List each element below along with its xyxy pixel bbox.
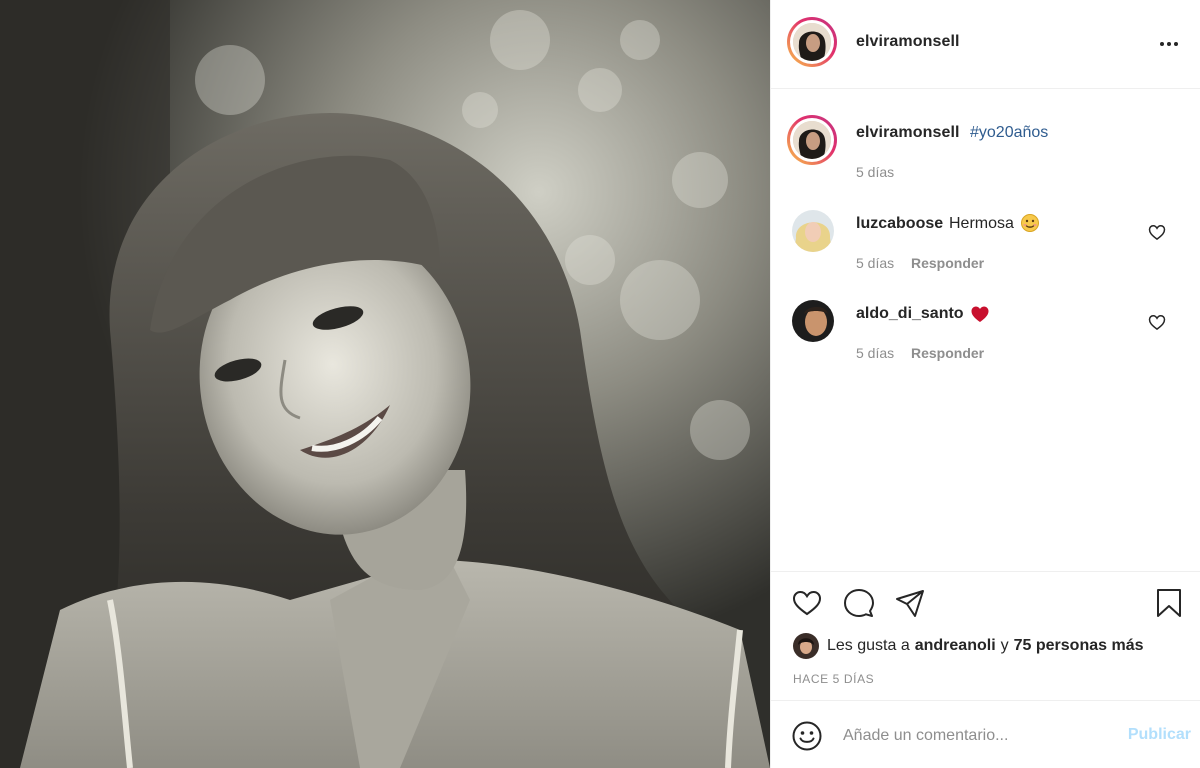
comment-item: aldo_di_santo 5 días Responder	[771, 300, 1200, 370]
caption-avatar-image	[793, 121, 831, 159]
caption-time[interactable]: 5 días	[856, 164, 894, 180]
smiley-icon[interactable]	[791, 720, 823, 752]
likes-summary[interactable]: Les gusta a andreanoli y 75 personas más	[793, 632, 1149, 660]
post-sidebar: elviramonsell elviramonsell #yo20años 5 …	[770, 0, 1200, 768]
author-username[interactable]: elviramonsell	[856, 33, 960, 51]
more-icon[interactable]	[1157, 32, 1181, 56]
author-avatar[interactable]	[787, 17, 837, 67]
add-comment-bar: Publicar	[771, 700, 1200, 768]
bookmark-icon[interactable]	[1153, 587, 1185, 619]
reply-button[interactable]: Responder	[911, 345, 984, 361]
comment-username[interactable]: aldo_di_santo	[856, 305, 964, 323]
post-header: elviramonsell	[771, 0, 1200, 89]
commenter-avatar[interactable]	[792, 300, 834, 342]
author-avatar-image	[793, 23, 831, 61]
post-dialog: elviramonsell elviramonsell #yo20años 5 …	[0, 0, 1200, 768]
post-actions: Les gusta a andreanoli y 75 personas más…	[771, 571, 1200, 700]
caption-avatar[interactable]	[787, 115, 837, 165]
reply-button[interactable]: Responder	[911, 255, 984, 271]
comment-like-heart-icon[interactable]	[1147, 222, 1167, 242]
liker-avatar[interactable]	[793, 633, 819, 659]
comment-username[interactable]: luzcaboose	[856, 215, 943, 233]
comment-time[interactable]: 5 días	[856, 255, 894, 271]
caption-hashtag[interactable]: #yo20años	[970, 124, 1048, 142]
commenter-avatar-image	[792, 300, 834, 342]
likes-prefix: Les gusta a	[827, 637, 910, 654]
caption-username[interactable]: elviramonsell	[856, 124, 960, 142]
comment-text: Hermosa	[949, 215, 1014, 232]
heart-icon[interactable]	[791, 587, 823, 619]
post-date[interactable]: HACE 5 DÍAS	[793, 672, 874, 686]
red-heart-emoji	[971, 306, 989, 322]
publish-button[interactable]: Publicar	[1128, 726, 1191, 744]
likes-user[interactable]: andreanoli	[915, 637, 996, 655]
comment-time[interactable]: 5 días	[856, 345, 894, 361]
liker-avatar-image	[793, 633, 819, 659]
comment-item: luzcaboose Hermosa 5 días Responder	[771, 210, 1200, 280]
comment-icon[interactable]	[843, 587, 875, 619]
commenter-avatar[interactable]	[792, 210, 834, 252]
commenter-avatar-image	[792, 210, 834, 252]
smiling-face-emoji	[1021, 214, 1039, 232]
likes-others[interactable]: 75 personas más	[1014, 637, 1144, 655]
comment-input[interactable]	[843, 721, 1103, 751]
photo-image	[0, 0, 770, 768]
likes-joiner: y	[1000, 637, 1009, 654]
post-photo[interactable]	[0, 0, 770, 768]
comment-like-heart-icon[interactable]	[1147, 312, 1167, 332]
share-icon[interactable]	[894, 587, 926, 619]
